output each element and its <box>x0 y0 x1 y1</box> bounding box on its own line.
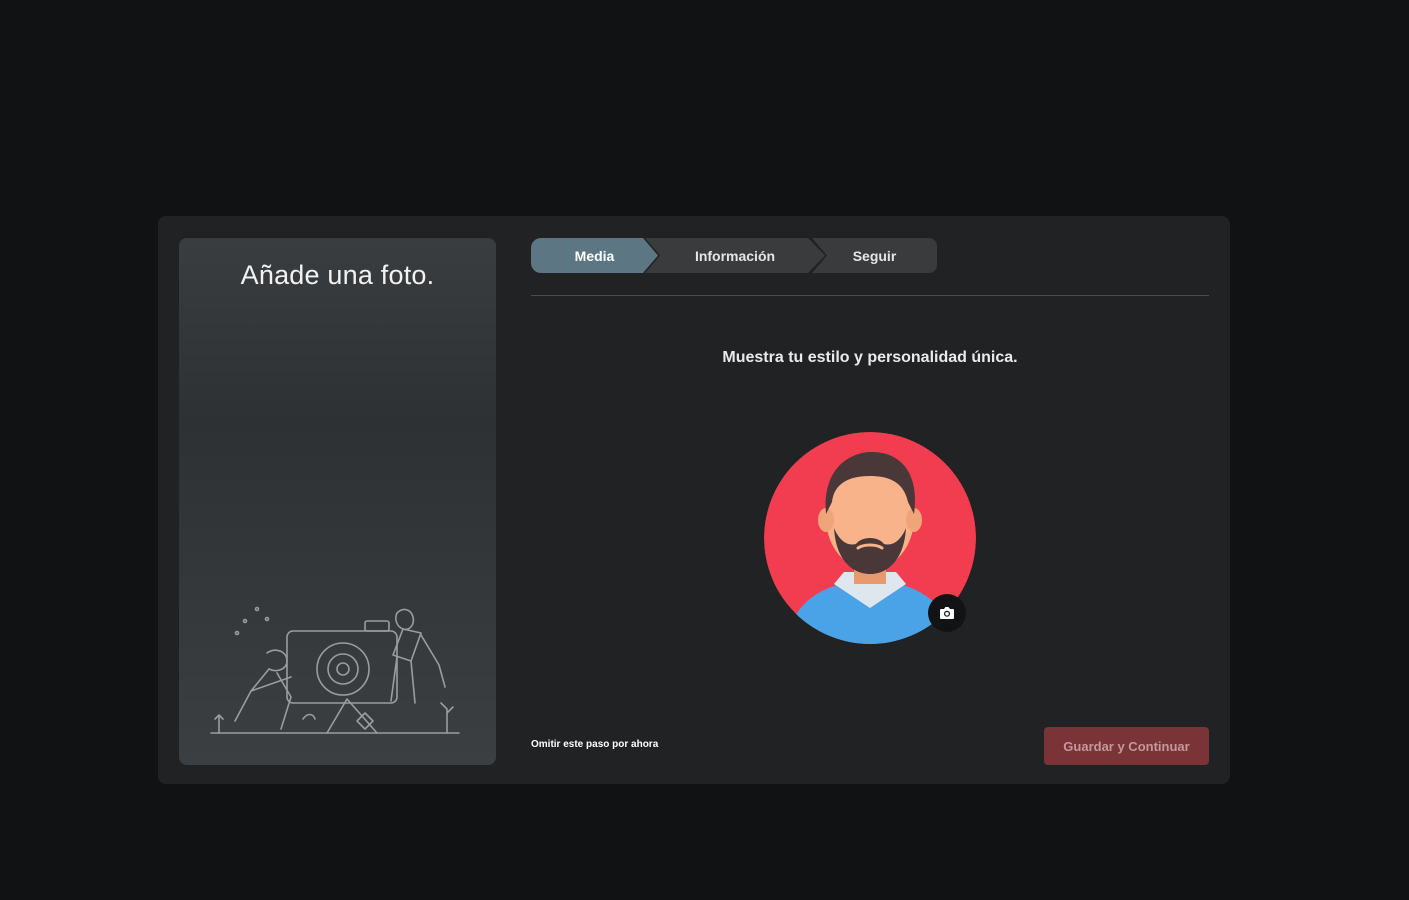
photographer-illustration <box>210 606 460 734</box>
onboarding-modal: Añade una foto. Media Información Seguir… <box>158 216 1230 784</box>
step-media-label: Media <box>574 247 615 264</box>
side-panel-title: Añade una foto. <box>240 260 435 290</box>
page-subtitle: Muestra tu estilo y personalidad única. <box>722 349 1018 366</box>
step-informacion[interactable]: Información <box>645 238 825 273</box>
step-informacion-label: Información <box>694 247 776 264</box>
change-photo-button[interactable] <box>928 594 966 632</box>
step-seguir[interactable]: Seguir <box>812 238 937 273</box>
step-seguir-label: Seguir <box>852 247 897 264</box>
header-divider <box>531 295 1209 296</box>
progress-steps: Media Información Seguir <box>531 238 937 273</box>
side-panel: Añade una foto. <box>179 238 496 765</box>
camera-icon <box>940 607 954 619</box>
save-continue-button[interactable]: Guardar y Continuar <box>1044 727 1209 765</box>
step-media[interactable]: Media <box>531 238 658 273</box>
skip-step-link[interactable]: Omitir este paso por ahora <box>531 739 658 750</box>
